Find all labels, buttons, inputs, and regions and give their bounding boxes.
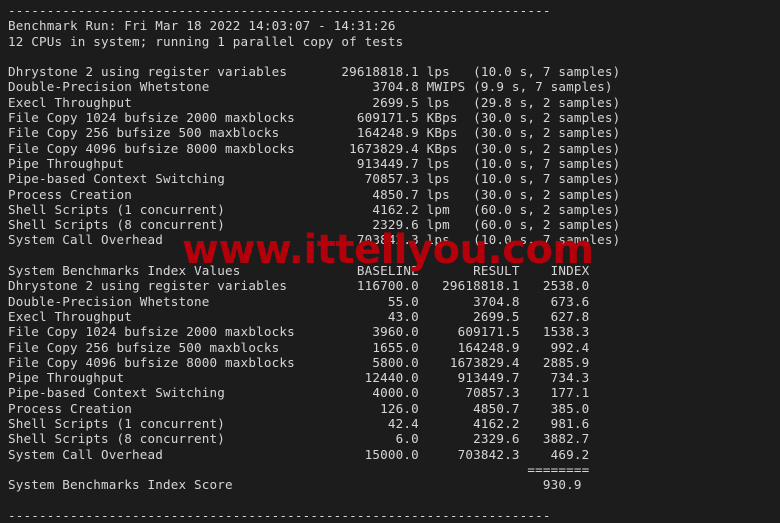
index-table-row: Shell Scripts (8 concurrent) 6.0 2329.6 … — [8, 431, 590, 447]
index-table-row: Process Creation 126.0 4850.7 385.0 — [8, 400, 590, 416]
rule-line-bottom: ----------------------------------------… — [8, 507, 551, 523]
index-score-line: System Benchmarks Index Score 930.9 — [8, 477, 582, 493]
index-table-row: Dhrystone 2 using register variables 116… — [8, 278, 590, 294]
index-table-row: System Call Overhead 15000.0 703842.3 46… — [8, 446, 590, 462]
blank-line — [8, 493, 780, 508]
raw-result-row: System Call Overhead 703842.3 lps (10.0 … — [8, 232, 621, 248]
index-table-row: Shell Scripts (1 concurrent) 42.4 4162.2… — [8, 416, 590, 432]
index-table-row: File Copy 4096 bufsize 8000 maxblocks 58… — [8, 354, 590, 370]
score-separator-line: ======== — [8, 461, 590, 477]
blank-line — [8, 49, 780, 64]
raw-result-row: Double-Precision Whetstone 3704.8 MWIPS … — [8, 79, 613, 95]
raw-result-row: Shell Scripts (8 concurrent) 2329.6 lpm … — [8, 217, 621, 233]
index-table-row: Pipe Throughput 12440.0 913449.7 734.3 — [8, 370, 590, 386]
benchmark-run-line: Benchmark Run: Fri Mar 18 2022 14:03:07 … — [8, 18, 396, 34]
index-table-row: Pipe-based Context Switching 4000.0 7085… — [8, 385, 590, 401]
raw-result-row: Pipe-based Context Switching 70857.3 lps… — [8, 171, 621, 187]
index-table-row: File Copy 1024 bufsize 2000 maxblocks 39… — [8, 324, 590, 340]
rule-line-top: ----------------------------------------… — [8, 3, 551, 18]
index-table-row: Execl Throughput 43.0 2699.5 627.8 — [8, 308, 590, 324]
index-table-row: Double-Precision Whetstone 55.0 3704.8 6… — [8, 293, 590, 309]
terminal-window: ----------------------------------------… — [0, 0, 780, 523]
raw-result-row: Shell Scripts (1 concurrent) 4162.2 lpm … — [8, 201, 621, 217]
index-table-header: System Benchmarks Index Values BASELINE … — [8, 263, 590, 279]
raw-result-row: Dhrystone 2 using register variables 296… — [8, 64, 621, 80]
index-table-row: File Copy 256 bufsize 500 maxblocks 1655… — [8, 339, 590, 355]
raw-result-row: File Copy 1024 bufsize 2000 maxblocks 60… — [8, 110, 621, 126]
raw-result-row: Pipe Throughput 913449.7 lps (10.0 s, 7 … — [8, 155, 621, 171]
cpu-count-line: 12 CPUs in system; running 1 parallel co… — [8, 33, 404, 49]
raw-result-row: Execl Throughput 2699.5 lps (29.8 s, 2 s… — [8, 94, 621, 110]
raw-result-row: Process Creation 4850.7 lps (30.0 s, 2 s… — [8, 186, 621, 202]
raw-result-row: File Copy 256 bufsize 500 maxblocks 1642… — [8, 125, 621, 141]
raw-result-row: File Copy 4096 bufsize 8000 maxblocks 16… — [8, 140, 621, 156]
blank-line — [8, 248, 780, 263]
